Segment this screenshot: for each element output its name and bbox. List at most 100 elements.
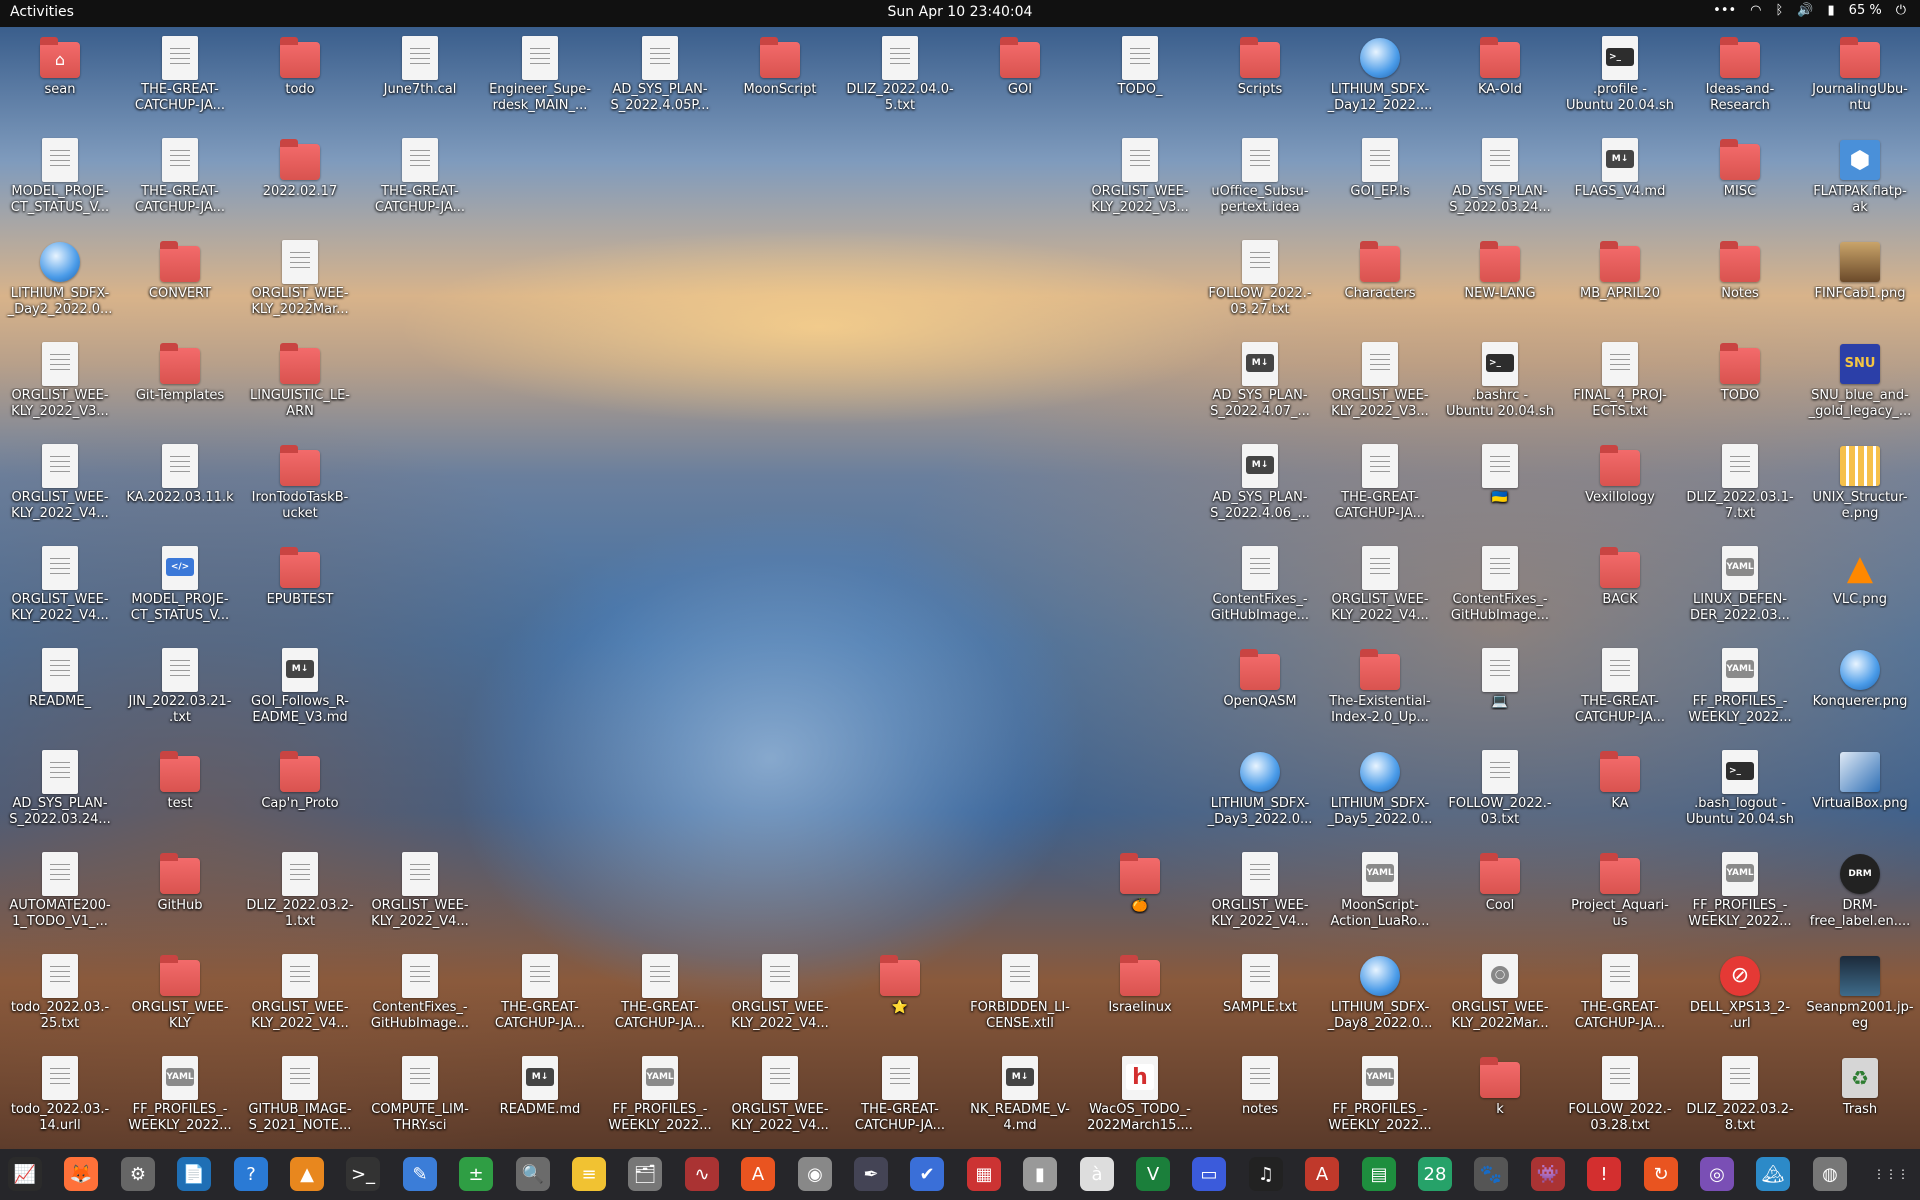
desktop-icon[interactable]: ⌂ sean — [2, 30, 118, 128]
desktop-icon[interactable]: AD_SYS_PLAN- S_2022.03.24... — [1442, 132, 1558, 230]
desktop-icon[interactable]: COMPUTE_LIM- THRY.sci — [362, 1050, 478, 1148]
desktop-icon[interactable]: THE-GREAT- CATCHUP-JA... — [122, 132, 238, 230]
desktop-icon[interactable]: Vexillology — [1562, 438, 1678, 536]
desktop-icon[interactable]: Seanpm2001.jp- eg — [1802, 948, 1918, 1046]
desktop-icon[interactable]: Characters — [1322, 234, 1438, 332]
desktop-icon[interactable]: ORGLIST_WEE- KLY_2022_V3... — [2, 336, 118, 434]
desktop-icon[interactable]: THE-GREAT- CATCHUP-JA... — [842, 1050, 958, 1148]
desktop-icon[interactable]: 🇺🇦 — [1442, 438, 1558, 536]
desktop-icon[interactable]: >_ .bashrc - Ubuntu 20.04.sh — [1442, 336, 1558, 434]
desktop-icon[interactable]: ORGLIST_WEE- KLY_2022_V4... — [1322, 540, 1438, 638]
desktop-icon[interactable]: LITHIUM_SDFX- _Day3_2022.0... — [1202, 744, 1318, 842]
desktop-icon[interactable]: MB_APRIL20 — [1562, 234, 1678, 332]
alert-icon[interactable]: ! — [1587, 1157, 1621, 1191]
desktop-icon[interactable]: ORGLIST_WEE- KLY_2022_V4... — [722, 948, 838, 1046]
desktop-icon[interactable]: IronTodoTaskB- ucket — [242, 438, 358, 536]
desktop-icon[interactable]: Ideas-and- Research — [1682, 30, 1798, 128]
music-icon[interactable]: ♫ — [1249, 1157, 1283, 1191]
screen-icon[interactable]: ▭ — [1192, 1157, 1226, 1191]
desktop-icon[interactable]: GOI_EP.ls — [1322, 132, 1438, 230]
desktop-icon[interactable]: YAML FF_PROFILES_- WEEKLY_2022... — [1322, 1050, 1438, 1148]
calendar-icon[interactable]: 28 — [1418, 1157, 1452, 1191]
desktop-icon[interactable]: ORGLIST_WEE- KLY_2022_V4... — [242, 948, 358, 1046]
desktop-icon[interactable]: KA.2022.03.11.k — [122, 438, 238, 536]
desktop-icon[interactable]: FINFCab1.png — [1802, 234, 1918, 332]
desktop-icon[interactable]: Project_Aquari- us — [1562, 846, 1678, 944]
desktop-icon[interactable]: LITHIUM_SDFX- _Day2_2022.0... — [2, 234, 118, 332]
clock[interactable]: Sun Apr 10 23:40:04 — [0, 4, 1920, 20]
desktop-icon[interactable]: ⬢ FLATPAK.flatp- ak — [1802, 132, 1918, 230]
desktop-icon[interactable]: NEW-LANG — [1442, 234, 1558, 332]
desktop-icon[interactable]: M↓ README.md — [482, 1050, 598, 1148]
calculator-icon[interactable]: ± — [459, 1157, 493, 1191]
desktop-icon[interactable]: ▲ VLC.png — [1802, 540, 1918, 638]
desktop-icon[interactable]: YAML FF_PROFILES_- WEEKLY_2022... — [122, 1050, 238, 1148]
desktop-icon[interactable]: THE-GREAT- CATCHUP-JA... — [1562, 948, 1678, 1046]
desktop-icon[interactable]: todo — [242, 30, 358, 128]
firefox-icon[interactable]: 🦊 — [64, 1157, 98, 1191]
desktop-icon[interactable]: todo_2022.03.- 14.urll — [2, 1050, 118, 1148]
overflow-icon[interactable]: ••• — [1713, 3, 1736, 18]
help-icon[interactable]: ? — [234, 1157, 268, 1191]
ubuntu-icon[interactable]: ◍ — [1813, 1157, 1847, 1191]
archive-icon[interactable]: ▮ — [1023, 1157, 1057, 1191]
desktop-icon[interactable]: ORGLIST_WEE- KLY_2022_V3... — [1322, 336, 1438, 434]
desktop-icon[interactable]: MISC — [1682, 132, 1798, 230]
desktop-icon[interactable]: Konquerer.png — [1802, 642, 1918, 740]
desktop-icon[interactable]: </> MODEL_PROJE- CT_STATUS_V... — [122, 540, 238, 638]
monitor-graph-icon[interactable]: ∿ — [685, 1157, 719, 1191]
desktop-icon[interactable]: UNIX_Structur- e.png — [1802, 438, 1918, 536]
battery-icon[interactable]: ▮ — [1828, 3, 1835, 18]
desktop-icon[interactable]: JIN_2022.03.21- .txt — [122, 642, 238, 740]
desktop-icon[interactable]: THE-GREAT- CATCHUP-JA... — [482, 948, 598, 1046]
desktop-icon[interactable]: ORGLIST_WEE- KLY_2022_V4... — [362, 846, 478, 944]
desktop-icon[interactable]: 🍊 — [1082, 846, 1198, 944]
desktop-icon[interactable]: ORGLIST_WEE- KLY_2022_V4... — [1202, 846, 1318, 944]
text-editor-icon[interactable]: ✎ — [403, 1157, 437, 1191]
desktop-icon[interactable]: ContentFixes_- GitHubImage... — [1202, 540, 1318, 638]
terminal-icon[interactable]: >_ — [346, 1157, 380, 1191]
desktop-icon[interactable]: DLIZ_2022.03.2- 8.txt — [1682, 1050, 1798, 1148]
desktop-icon[interactable]: GITHUB_IMAGE- S_2021_NOTE... — [242, 1050, 358, 1148]
settings-icon[interactable]: ⚙ — [121, 1157, 155, 1191]
wifi-icon[interactable]: ◠ — [1750, 3, 1761, 18]
desktop-icon[interactable]: YAML FF_PROFILES_- WEEKLY_2022... — [602, 1050, 718, 1148]
desktop-icon[interactable]: VirtualBox.png — [1802, 744, 1918, 842]
desktop-icon[interactable]: OpenQASM — [1202, 642, 1318, 740]
desktop-icon[interactable]: FOLLOW_2022.- 03.txt — [1442, 744, 1558, 842]
desktop-icon[interactable]: YAML LINUX_DEFEN- DER_2022.03... — [1682, 540, 1798, 638]
desktop-icon[interactable]: MODEL_PROJE- CT_STATUS_V... — [2, 132, 118, 230]
desktop-icon[interactable]: JournalingUbu- ntu — [1802, 30, 1918, 128]
desktop-icon[interactable]: YAML FF_PROFILES_- WEEKLY_2022... — [1682, 642, 1798, 740]
power-icon[interactable]: ⏻ — [1896, 3, 1906, 18]
desktop-icon[interactable]: EPUBTEST — [242, 540, 358, 638]
desktop-icon[interactable]: June7th.cal — [362, 30, 478, 128]
spreadsheet-icon[interactable]: ▤ — [1362, 1157, 1396, 1191]
desktop-icon[interactable]: >_ .profile - Ubuntu 20.04.sh — [1562, 30, 1678, 128]
desktop-icon[interactable]: THE-GREAT- CATCHUP-JA... — [1562, 642, 1678, 740]
desktop-icon[interactable]: AUTOMATE200- 1_TODO_V1_... — [2, 846, 118, 944]
document-scanner-icon[interactable]: ▦ — [967, 1157, 1001, 1191]
inkscape-icon[interactable]: ✒ — [854, 1157, 888, 1191]
desktop-icon[interactable]: CONVERT — [122, 234, 238, 332]
desktop-icon[interactable]: Scripts — [1202, 30, 1318, 128]
desktop-icon[interactable]: ORGLIST_WEE- KLY_2022_V4... — [722, 1050, 838, 1148]
desktop-icon[interactable]: TODO — [1682, 336, 1798, 434]
desktop-icon[interactable]: THE-GREAT- CATCHUP-JA... — [362, 132, 478, 230]
desktop-icon[interactable]: ContentFixes_- GitHubImage... — [362, 948, 478, 1046]
desktop-icon[interactable]: FOLLOW_2022.- 03.28.txt — [1562, 1050, 1678, 1148]
desktop-icon[interactable]: FOLLOW_2022.- 03.27.txt — [1202, 234, 1318, 332]
desktop-icon[interactable]: The-Existential- Index-2.0_Up... — [1322, 642, 1438, 740]
screenshot-icon[interactable]: ◎ — [1700, 1157, 1734, 1191]
bluetooth-icon[interactable]: ᛒ — [1776, 3, 1784, 18]
game-icon[interactable]: 👾 — [1531, 1157, 1565, 1191]
desktop-icon[interactable]: ♻ Trash — [1802, 1050, 1918, 1148]
desktop-icon[interactable]: h WacOS_TODO_- 2022March15.... — [1082, 1050, 1198, 1148]
desktop-icon[interactable]: FINAL_4_PROJ- ECTS.txt — [1562, 336, 1678, 434]
desktop-icon[interactable]: ORGLIST_WEE- KLY_2022Mar... — [242, 234, 358, 332]
desktop-icon[interactable]: README_ — [2, 642, 118, 740]
system-tray[interactable]: ••• ◠ ᛒ 🔊 ▮ 65 % ⏻ — [1713, 3, 1906, 18]
desktop-icon[interactable]: DRM DRM- free_label.en.... — [1802, 846, 1918, 944]
desktop-icon[interactable]: SNU SNU_blue_and- _gold_legacy_... — [1802, 336, 1918, 434]
desktop-icon[interactable]: Cool — [1442, 846, 1558, 944]
